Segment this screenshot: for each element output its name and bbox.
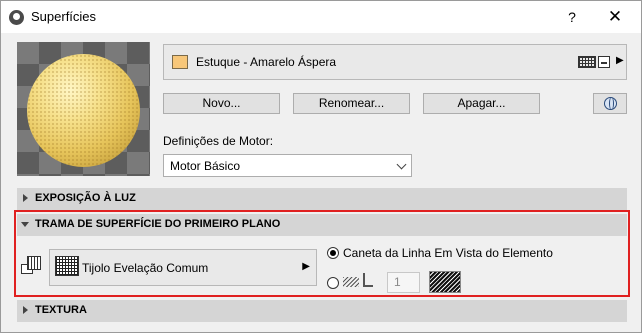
section-texture[interactable]: TEXTURA [17,300,627,322]
help-button[interactable]: ? [561,6,583,28]
window-title: Superfícies [31,9,97,24]
section-exposure[interactable]: EXPOSIÇÃO À LUZ [17,188,627,210]
delete-button[interactable]: Apagar... [423,93,540,114]
engine-selected-value: Motor Básico [170,159,241,173]
surfaces-dialog: Superfícies ? ✕ Estuque - Amarelo Áspera… [0,0,642,333]
engine-dropdown[interactable]: Motor Básico [163,154,412,177]
radio-element-pen-label: Caneta da Linha Em Vista do Elemento [343,246,553,260]
globe-button[interactable] [593,93,627,114]
section-texture-label: TEXTURA [35,304,87,316]
material-selector[interactable]: Estuque - Amarelo Áspera ▶ [163,44,627,80]
rename-button[interactable]: Renomear... [293,93,410,114]
fill-pattern-selector[interactable]: Tijolo Evelação Comum ▶ [49,249,317,286]
pen-icon [343,273,377,289]
new-button[interactable]: Novo... [163,93,280,114]
material-preview [17,42,150,176]
globe-icon [604,97,617,110]
engine-settings-label: Definições de Motor: [163,134,274,148]
material-color-swatch [172,55,188,69]
pen-number-field[interactable]: 1 [387,272,420,293]
preview-sphere [27,54,140,167]
brick-pattern-icon [55,256,79,276]
app-icon [9,10,24,25]
chevron-down-icon [396,159,407,170]
section-foreground-label: TRAMA DE SUPERFÍCIE DO PRIMEIRO PLANO [35,218,281,230]
section-exposure-label: EXPOSIÇÃO À LUZ [35,192,136,204]
hatch-icon [578,56,596,68]
texture-icon [598,56,610,68]
collapse-arrow-icon [21,222,29,227]
fill-pattern-name: Tijolo Evelação Comum [82,261,209,275]
chevron-right-icon: ▶ [616,55,624,66]
close-button[interactable]: ✕ [601,6,629,28]
surface-pattern-icon [21,256,43,276]
chevron-right-icon: ▶ [302,261,310,272]
section-foreground[interactable]: TRAMA DE SUPERFÍCIE DO PRIMEIRO PLANO [17,214,627,236]
material-name: Estuque - Amarelo Áspera [196,55,337,69]
expand-arrow-icon [23,194,28,202]
expand-arrow-icon [23,306,28,314]
radio-element-pen[interactable] [327,247,339,259]
radio-custom-pen[interactable] [327,277,339,289]
pen-color-swatch[interactable] [429,271,461,293]
title-bar: Superfícies ? ✕ [1,1,641,33]
